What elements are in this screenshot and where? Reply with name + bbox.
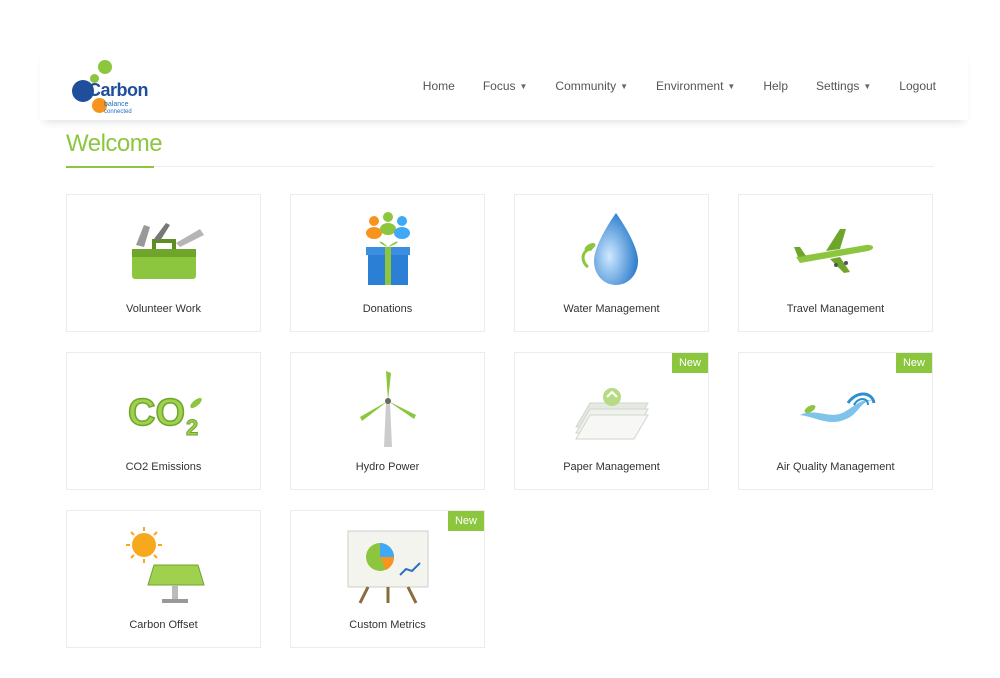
- nav-help[interactable]: Help: [763, 79, 788, 93]
- logo-subtext: balance: [104, 101, 129, 108]
- nav-settings[interactable]: Settings ▼: [816, 79, 871, 93]
- tile-label: Water Management: [563, 303, 660, 315]
- chart-easel-icon: [347, 530, 428, 604]
- wind-turbine-icon: [359, 371, 416, 447]
- nav-label: Environment: [656, 79, 724, 93]
- svg-text:CO: CO: [128, 392, 185, 434]
- carbon-logo[interactable]: Carbon balance connected: [70, 58, 160, 118]
- recycled-paper-icon: [574, 388, 649, 440]
- logo-word: Carbon: [88, 80, 149, 100]
- co2-icon: CO 2: [127, 391, 202, 441]
- solar-panel-icon: [125, 527, 205, 603]
- caret-down-icon: ▼: [620, 81, 629, 91]
- tile-carbon-offset[interactable]: Carbon Offset: [66, 510, 261, 648]
- tile-custom-metrics[interactable]: Custom Metrics New: [290, 510, 485, 648]
- caret-down-icon: ▼: [727, 81, 736, 91]
- nav-label: Focus: [482, 79, 516, 93]
- tile-label: Donations: [362, 303, 413, 315]
- svg-text:2: 2: [186, 415, 198, 440]
- toolbox-icon: [131, 223, 204, 279]
- new-badge: New: [895, 353, 932, 373]
- tile-label: Paper Management: [563, 461, 660, 473]
- tile-paper-management[interactable]: Paper Management New: [514, 352, 709, 490]
- nav-label: Help: [763, 79, 789, 93]
- page-title: Welcome: [66, 130, 163, 157]
- tile-label: Carbon Offset: [129, 619, 198, 631]
- tile-donations[interactable]: Donations: [290, 194, 485, 332]
- nav-label: Settings: [816, 79, 860, 93]
- water-drop-icon: [581, 213, 638, 285]
- tile-air-quality-management[interactable]: Air Quality Management New: [738, 352, 933, 490]
- nav-label: Community: [555, 79, 617, 93]
- tile-co2-emissions[interactable]: CO 2 CO2 Emissions: [66, 352, 261, 490]
- title-divider: [66, 166, 934, 167]
- tile-label: Custom Metrics: [349, 619, 426, 631]
- top-header: Carbon balance connected Home Focus ▼ Com…: [40, 50, 968, 120]
- nav-label: Logout: [899, 79, 936, 93]
- nav-environment[interactable]: Environment ▼: [656, 79, 735, 93]
- nav-community[interactable]: Community ▼: [555, 79, 628, 93]
- tile-label: Travel Management: [786, 303, 885, 315]
- gift-people-icon: [365, 212, 410, 285]
- page: Carbon balance connected Home Focus ▼ Com…: [0, 0, 1000, 678]
- nav-label: Home: [422, 79, 455, 93]
- airplane-icon: [793, 229, 873, 273]
- tile-hydro-power[interactable]: Hydro Power: [290, 352, 485, 490]
- caret-down-icon: ▼: [863, 81, 872, 91]
- tile-label: Air Quality Management: [776, 461, 895, 473]
- new-badge: New: [671, 353, 708, 373]
- tile-label: Hydro Power: [355, 461, 420, 473]
- tile-travel-management[interactable]: Travel Management: [738, 194, 933, 332]
- tile-volunteer-work[interactable]: Volunteer Work: [66, 194, 261, 332]
- new-badge: New: [447, 511, 484, 531]
- tile-water-management[interactable]: Water Management: [514, 194, 709, 332]
- tile-label: Volunteer Work: [125, 303, 201, 315]
- logo-dot-green: [98, 60, 112, 74]
- tile-label: CO2 Emissions: [125, 461, 202, 473]
- nav-logout[interactable]: Logout: [899, 79, 936, 93]
- logo-subtext-2: connected: [104, 109, 132, 115]
- main-nav: Home Focus ▼ Community ▼ Environment ▼ Help…: [423, 79, 936, 93]
- air-wave-icon: [799, 392, 875, 423]
- nav-home[interactable]: Home: [423, 79, 455, 93]
- nav-focus[interactable]: Focus ▼: [483, 79, 528, 93]
- caret-down-icon: ▼: [519, 81, 528, 91]
- title-underline: [66, 166, 154, 168]
